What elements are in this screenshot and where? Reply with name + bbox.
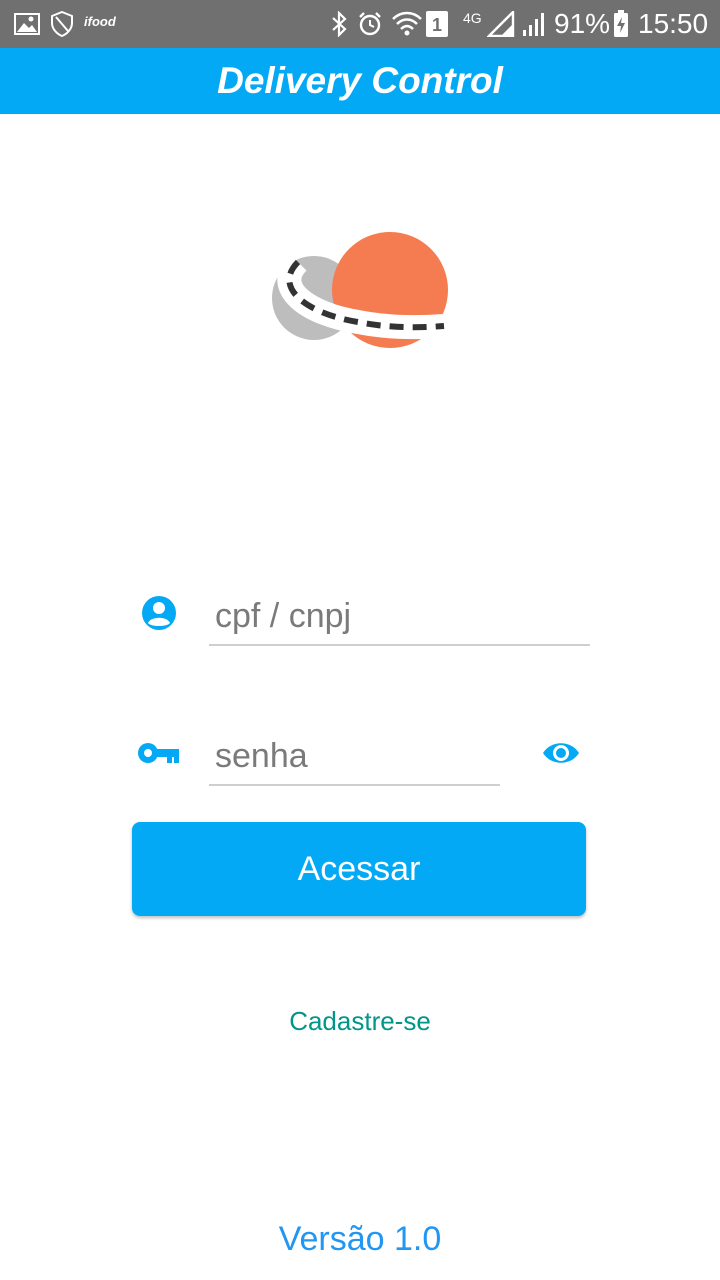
app-title: Delivery Control (217, 60, 503, 101)
login-button[interactable]: Acessar (132, 822, 586, 916)
status-bar: ifood 1 4G 91% 15:50 (0, 0, 720, 48)
signal-icon (486, 10, 516, 38)
app-bar: Delivery Control (0, 48, 720, 114)
version-label: Versão 1.0 (278, 1220, 442, 1258)
show-password-eye-icon[interactable] (540, 736, 582, 770)
ifood-icon: ifood (84, 14, 116, 29)
image-icon (14, 10, 40, 38)
clock: 15:50 (638, 8, 709, 39)
key-icon (136, 738, 182, 768)
sim-slot-icon: 1 (426, 10, 448, 38)
wifi-icon (390, 10, 424, 38)
user-icon (140, 594, 178, 632)
battery-percent: 91% (554, 8, 611, 39)
sim-slot-number: 1 (432, 15, 442, 35)
network-type: 4G (463, 10, 482, 26)
cpf-cnpj-input[interactable] (209, 588, 590, 646)
shield-icon (50, 10, 74, 38)
password-input[interactable] (209, 728, 500, 786)
app-logo (268, 232, 454, 352)
register-link[interactable]: Cadastre-se (0, 1006, 720, 1037)
signal-secondary-icon (520, 10, 548, 38)
alarm-icon (356, 10, 384, 38)
bluetooth-icon (330, 10, 348, 38)
battery-icon (612, 10, 630, 38)
